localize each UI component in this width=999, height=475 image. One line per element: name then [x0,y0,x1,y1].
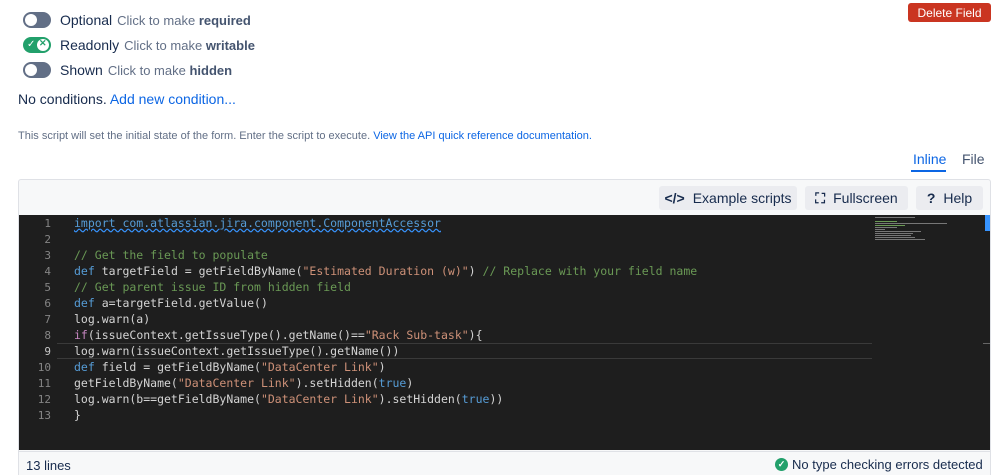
code-line[interactable]: def targetField = getFieldByName("Estima… [74,264,697,278]
code-line[interactable]: import com.atlassian.jira.component.Comp… [74,216,441,230]
code-icon: </> [664,190,685,206]
optional-toggle[interactable]: ✓ [23,12,51,28]
toggle-row-readonly[interactable]: ✓ Readonly Click to make writable [23,35,255,55]
shown-toggle[interactable]: ✓ [23,62,51,78]
scrollbar-thumb[interactable] [985,215,990,231]
line-number: 2 [44,233,51,246]
toggle-row-optional[interactable]: ✓ Optional Click to make required [23,10,251,30]
script-description: This script will set the initial state o… [18,130,592,142]
toggle-hint-strong: writable [205,37,255,53]
delete-field-button[interactable]: Delete Field [908,3,991,22]
toggle-hint-strong: hidden [189,62,233,78]
minimap-line [875,217,915,218]
question-icon: ? [926,190,936,206]
line-count: 13 lines [26,458,71,473]
code-line[interactable]: log.warn(b==getFieldByName("DataCenter L… [74,392,503,406]
code-line[interactable]: if(issueContext.getIssueType().getName()… [74,328,483,342]
toggle-hint[interactable]: Click to make writable [124,38,255,53]
toggle-hint-text: Click to make [124,37,203,53]
line-number: 12 [37,393,51,406]
code-line[interactable]: log.warn(a) [74,312,150,326]
code-line[interactable]: log.warn(issueContext.getIssueType().get… [74,344,399,358]
check-circle-icon: ✓ [775,458,788,471]
line-number: 4 [44,265,51,278]
minimap-line [875,221,897,222]
code-line[interactable]: def a=targetField.getValue() [74,296,268,310]
toggle-hint-text: Click to make [107,62,186,78]
code-line[interactable]: } [74,408,81,422]
fullscreen-button[interactable]: ⛶ Fullscreen [805,186,908,210]
code-line[interactable]: // Get the field to populate [74,248,268,262]
minimap-line [875,237,915,238]
add-condition-link[interactable]: Add new condition... [110,91,236,107]
scrollbar-cursor-marker [983,343,990,344]
toggle-row-shown[interactable]: ✓ Shown Click to make hidden [23,60,232,80]
line-number: 7 [44,313,51,326]
toggle-hint-text: Click to make [117,12,196,28]
minimap-line [875,231,921,232]
example-scripts-button[interactable]: </> Example scripts [659,186,797,210]
minimap-line [875,233,913,234]
minimap-line [875,229,885,230]
conditions-text: No conditions. [18,91,107,107]
minimap-line [875,225,905,226]
line-number: 11 [37,377,51,390]
code-line[interactable]: def field = getFieldByName("DataCenter L… [74,360,386,374]
line-number: 10 [37,361,51,374]
toggle-label: Readonly [60,37,120,53]
help-label: Help [943,190,973,206]
code-line[interactable]: getFieldByName("DataCenter Link").setHid… [74,376,413,390]
tab-inline-indicator [911,170,946,172]
minimap-line [875,239,925,240]
minimap-line [875,227,897,228]
line-number: 3 [44,249,51,262]
fullscreen-icon: ⛶ [815,189,826,206]
toggle-hint[interactable]: Click to make hidden [108,63,232,78]
readonly-toggle[interactable]: ✓ [23,37,51,53]
type-check-text: No type checking errors detected [792,457,983,472]
example-scripts-label: Example scripts [692,190,792,206]
toggle-hint[interactable]: Click to make required [117,13,251,28]
tab-inline[interactable]: Inline [913,151,946,167]
line-number: 1 [44,217,51,230]
code-minimap[interactable] [873,216,953,241]
line-number: 9 [44,345,51,358]
check-icon: ✓ [27,39,36,50]
toggle-knob [37,38,49,51]
toggle-hint-strong: required [198,12,251,28]
minimap-line [875,223,947,224]
check-icon: ✓ [27,64,36,75]
help-button[interactable]: ? Help [916,186,983,210]
minimap-line [875,235,911,236]
api-docs-link[interactable]: View the API quick reference documentati… [373,130,592,142]
tab-file[interactable]: File [962,151,985,167]
type-check-status: ✓ No type checking errors detected [775,457,983,472]
line-number: 8 [44,329,51,342]
fullscreen-label: Fullscreen [833,190,898,206]
conditions-line: No conditions. Add new condition... [18,91,236,107]
toggle-label: Optional [60,12,113,28]
code-line-text: import com.atlassian.jira.component.Comp… [74,216,441,230]
line-number: 5 [44,281,51,294]
check-icon: ✓ [27,14,36,25]
line-number: 6 [44,297,51,310]
line-number: 13 [37,409,51,422]
code-line[interactable]: // Get parent issue ID from hidden field [74,280,351,294]
script-description-text: This script will set the initial state o… [18,130,371,142]
toggle-label: Shown [60,62,103,78]
